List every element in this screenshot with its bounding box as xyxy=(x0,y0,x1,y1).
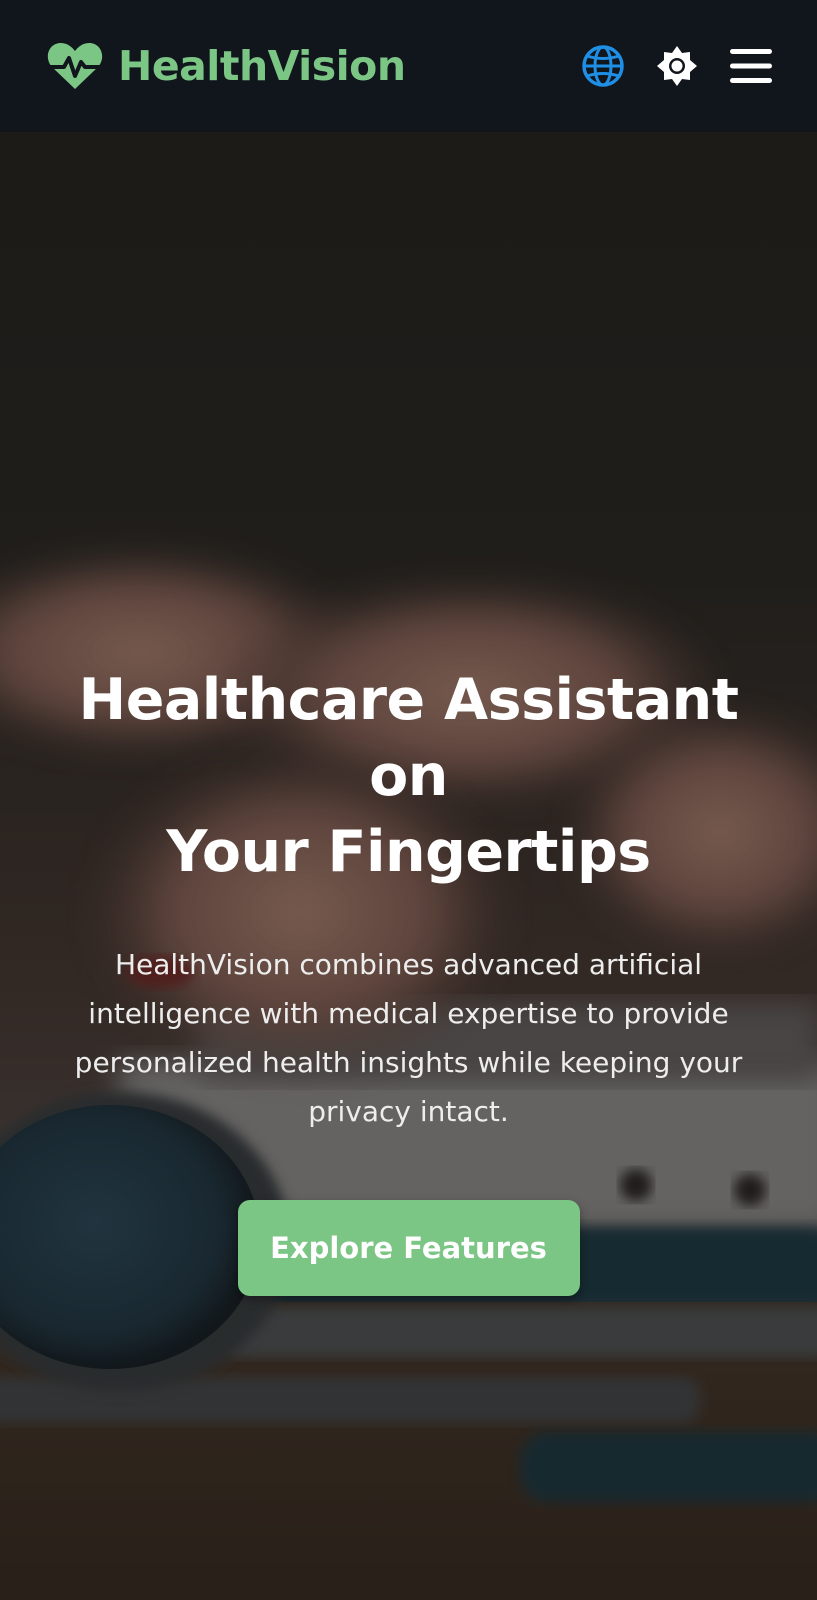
globe-icon xyxy=(582,45,624,87)
hero-title-line1: Healthcare Assistant on xyxy=(78,667,739,809)
explore-features-button[interactable]: Explore Features xyxy=(237,1200,580,1296)
brand-name: HealthVision xyxy=(118,42,406,90)
brand-link[interactable]: HealthVision xyxy=(46,41,406,91)
header-actions xyxy=(581,44,773,88)
hero-description: HealthVision combines advanced artificia… xyxy=(74,948,743,1128)
hero-section: Healthcare Assistant on Your Fingertips … xyxy=(0,132,817,1600)
menu-button[interactable] xyxy=(729,44,773,88)
hero-title: Healthcare Assistant on Your Fingertips xyxy=(40,662,777,890)
hero-content: Healthcare Assistant on Your Fingertips … xyxy=(0,662,817,1296)
language-button[interactable] xyxy=(581,44,625,88)
hero-title-line2: Your Fingertips xyxy=(166,819,651,885)
top-navbar: HealthVision xyxy=(0,0,817,132)
sun-icon xyxy=(657,46,697,86)
heart-pulse-icon xyxy=(47,42,103,89)
page: HealthVision Healthcare Assistant on You… xyxy=(0,0,817,1600)
theme-toggle-button[interactable] xyxy=(655,44,699,88)
hamburger-menu-icon xyxy=(730,49,772,83)
